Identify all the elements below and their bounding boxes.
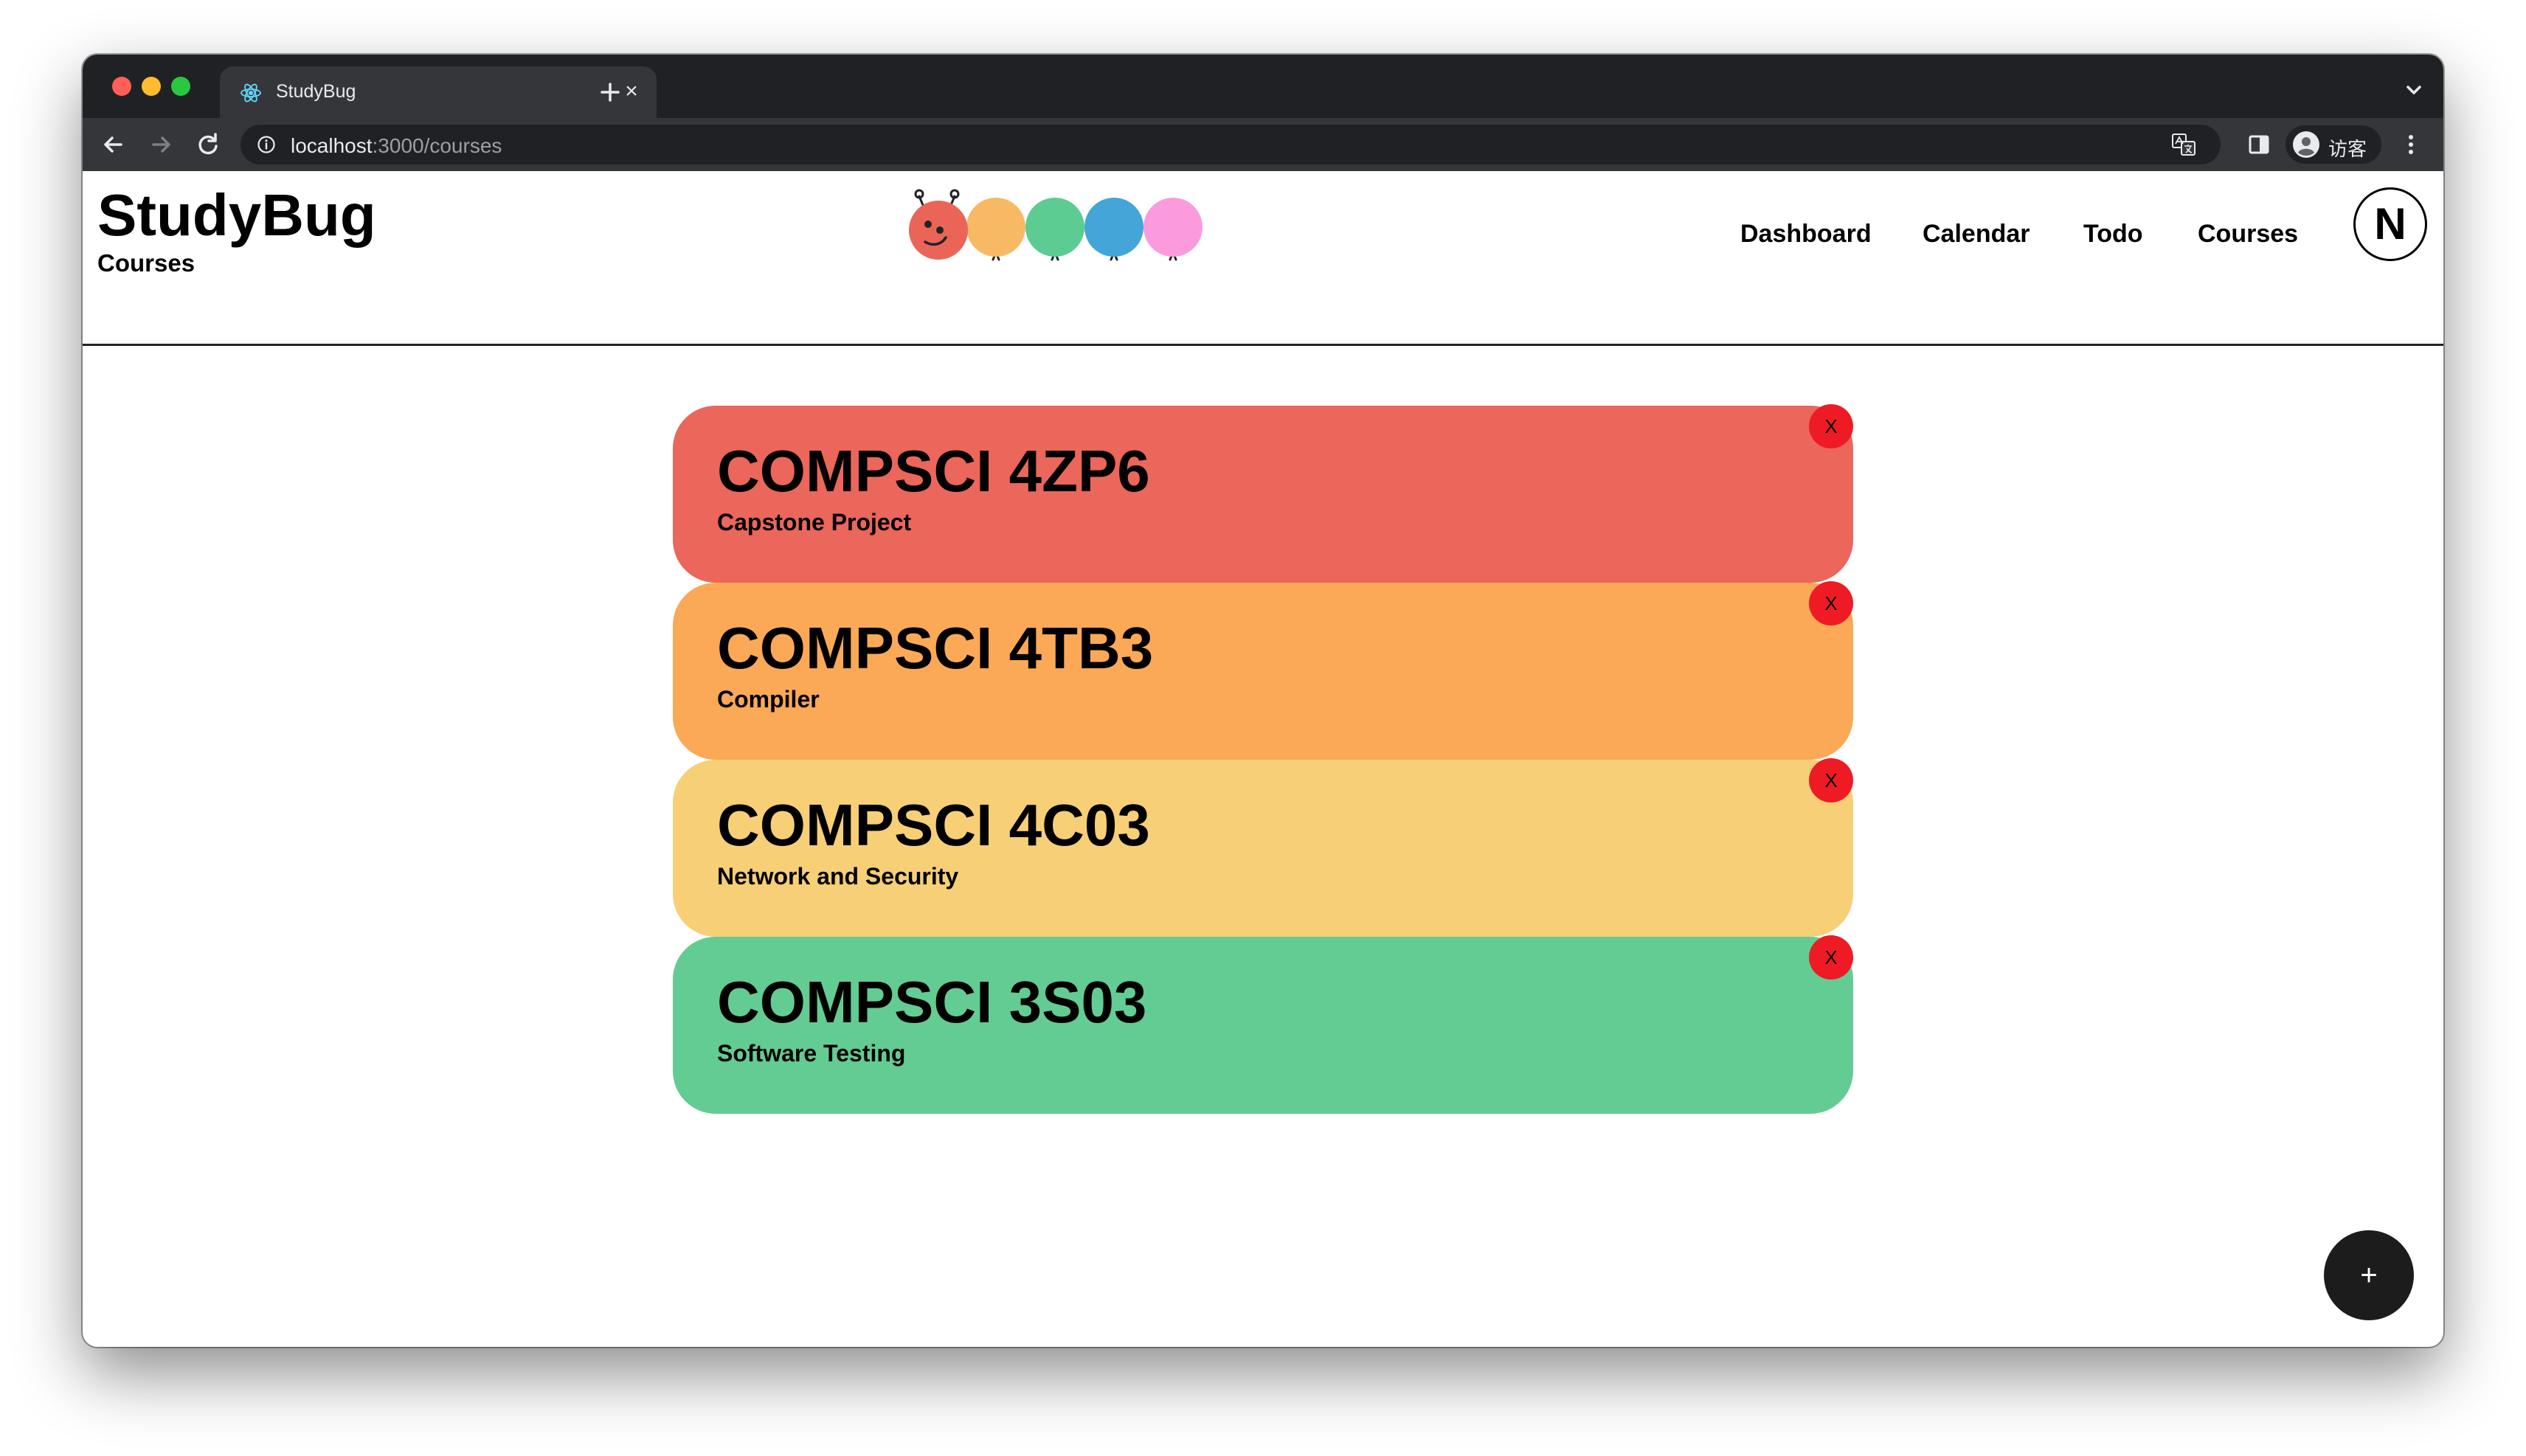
nav-courses[interactable]: Courses: [2198, 220, 2298, 249]
course-code: COMPSCI 3S03: [717, 969, 1147, 1035]
course-name: Capstone Project: [717, 509, 912, 535]
profile-label: 访客: [2328, 138, 2367, 160]
side-panel-icon[interactable]: [2243, 128, 2275, 161]
url-text: localhost:3000/courses: [291, 134, 502, 158]
tab-title: StudyBug: [276, 81, 356, 102]
tab-bar: StudyBug ×: [83, 55, 2443, 118]
add-course-button[interactable]: +: [2324, 1230, 2414, 1320]
bug-segment-4: [1084, 198, 1143, 257]
nav-todo[interactable]: Todo: [2083, 220, 2143, 249]
delete-course-button[interactable]: X: [1809, 935, 1853, 980]
back-arrow-icon[interactable]: [97, 128, 130, 161]
bug-segment-5: [1143, 198, 1203, 257]
translate-icon[interactable]: [2172, 134, 2195, 156]
nav-calendar[interactable]: Calendar: [1923, 220, 2030, 249]
page-subtitle: Courses: [97, 249, 195, 277]
minimize-window-button[interactable]: [142, 77, 161, 96]
course-card-4tb3[interactable]: COMPSCI 4TB3 Compiler X: [673, 581, 1853, 760]
course-card-4c03[interactable]: COMPSCI 4C03 Network and Security X: [673, 758, 1853, 937]
browser-window: StudyBug × localhost:3000/courses 访客 Stu…: [83, 55, 2443, 1347]
bug-segment-2: [966, 198, 1025, 257]
delete-course-button[interactable]: X: [1809, 404, 1853, 448]
forward-arrow-icon[interactable]: [145, 128, 177, 161]
course-code: COMPSCI 4TB3: [717, 615, 1154, 681]
bug-segment-3: [1025, 198, 1084, 257]
course-name: Software Testing: [717, 1040, 906, 1067]
delete-course-button[interactable]: X: [1809, 758, 1853, 802]
course-card-3s03[interactable]: COMPSCI 3S03 Software Testing X: [673, 935, 1853, 1114]
course-code: COMPSCI 4ZP6: [717, 438, 1150, 504]
chevron-down-icon[interactable]: [2399, 75, 2429, 105]
close-window-button[interactable]: [112, 77, 131, 96]
maximize-window-button[interactable]: [171, 77, 190, 96]
more-menu-icon[interactable]: [2395, 128, 2427, 161]
course-name: Compiler: [717, 686, 820, 713]
user-avatar[interactable]: N: [2353, 187, 2427, 261]
url-host: localhost: [291, 134, 373, 157]
course-card-4zp6[interactable]: COMPSCI 4ZP6 Capstone Project X: [673, 404, 1853, 583]
new-tab-icon[interactable]: [592, 74, 629, 111]
url-path: :3000/courses: [372, 134, 502, 157]
profile-avatar-icon: [2293, 131, 2319, 158]
app-title: StudyBug: [97, 182, 376, 248]
reload-icon[interactable]: [192, 128, 224, 161]
app-header: StudyBug Courses Dashboard Calendar Todo: [83, 171, 2443, 346]
address-bar[interactable]: localhost:3000/courses: [241, 125, 2221, 164]
react-icon: [241, 83, 261, 103]
delete-course-button[interactable]: X: [1809, 581, 1853, 625]
course-code: COMPSCI 4C03: [717, 792, 1150, 858]
browser-toolbar: localhost:3000/courses 访客: [83, 118, 2443, 171]
nav-dashboard[interactable]: Dashboard: [1740, 220, 1872, 249]
course-name: Network and Security: [717, 863, 959, 890]
caterpillar-logo-icon: [909, 189, 1203, 261]
info-icon[interactable]: [257, 135, 276, 154]
profile-button[interactable]: 访客: [2285, 125, 2381, 164]
